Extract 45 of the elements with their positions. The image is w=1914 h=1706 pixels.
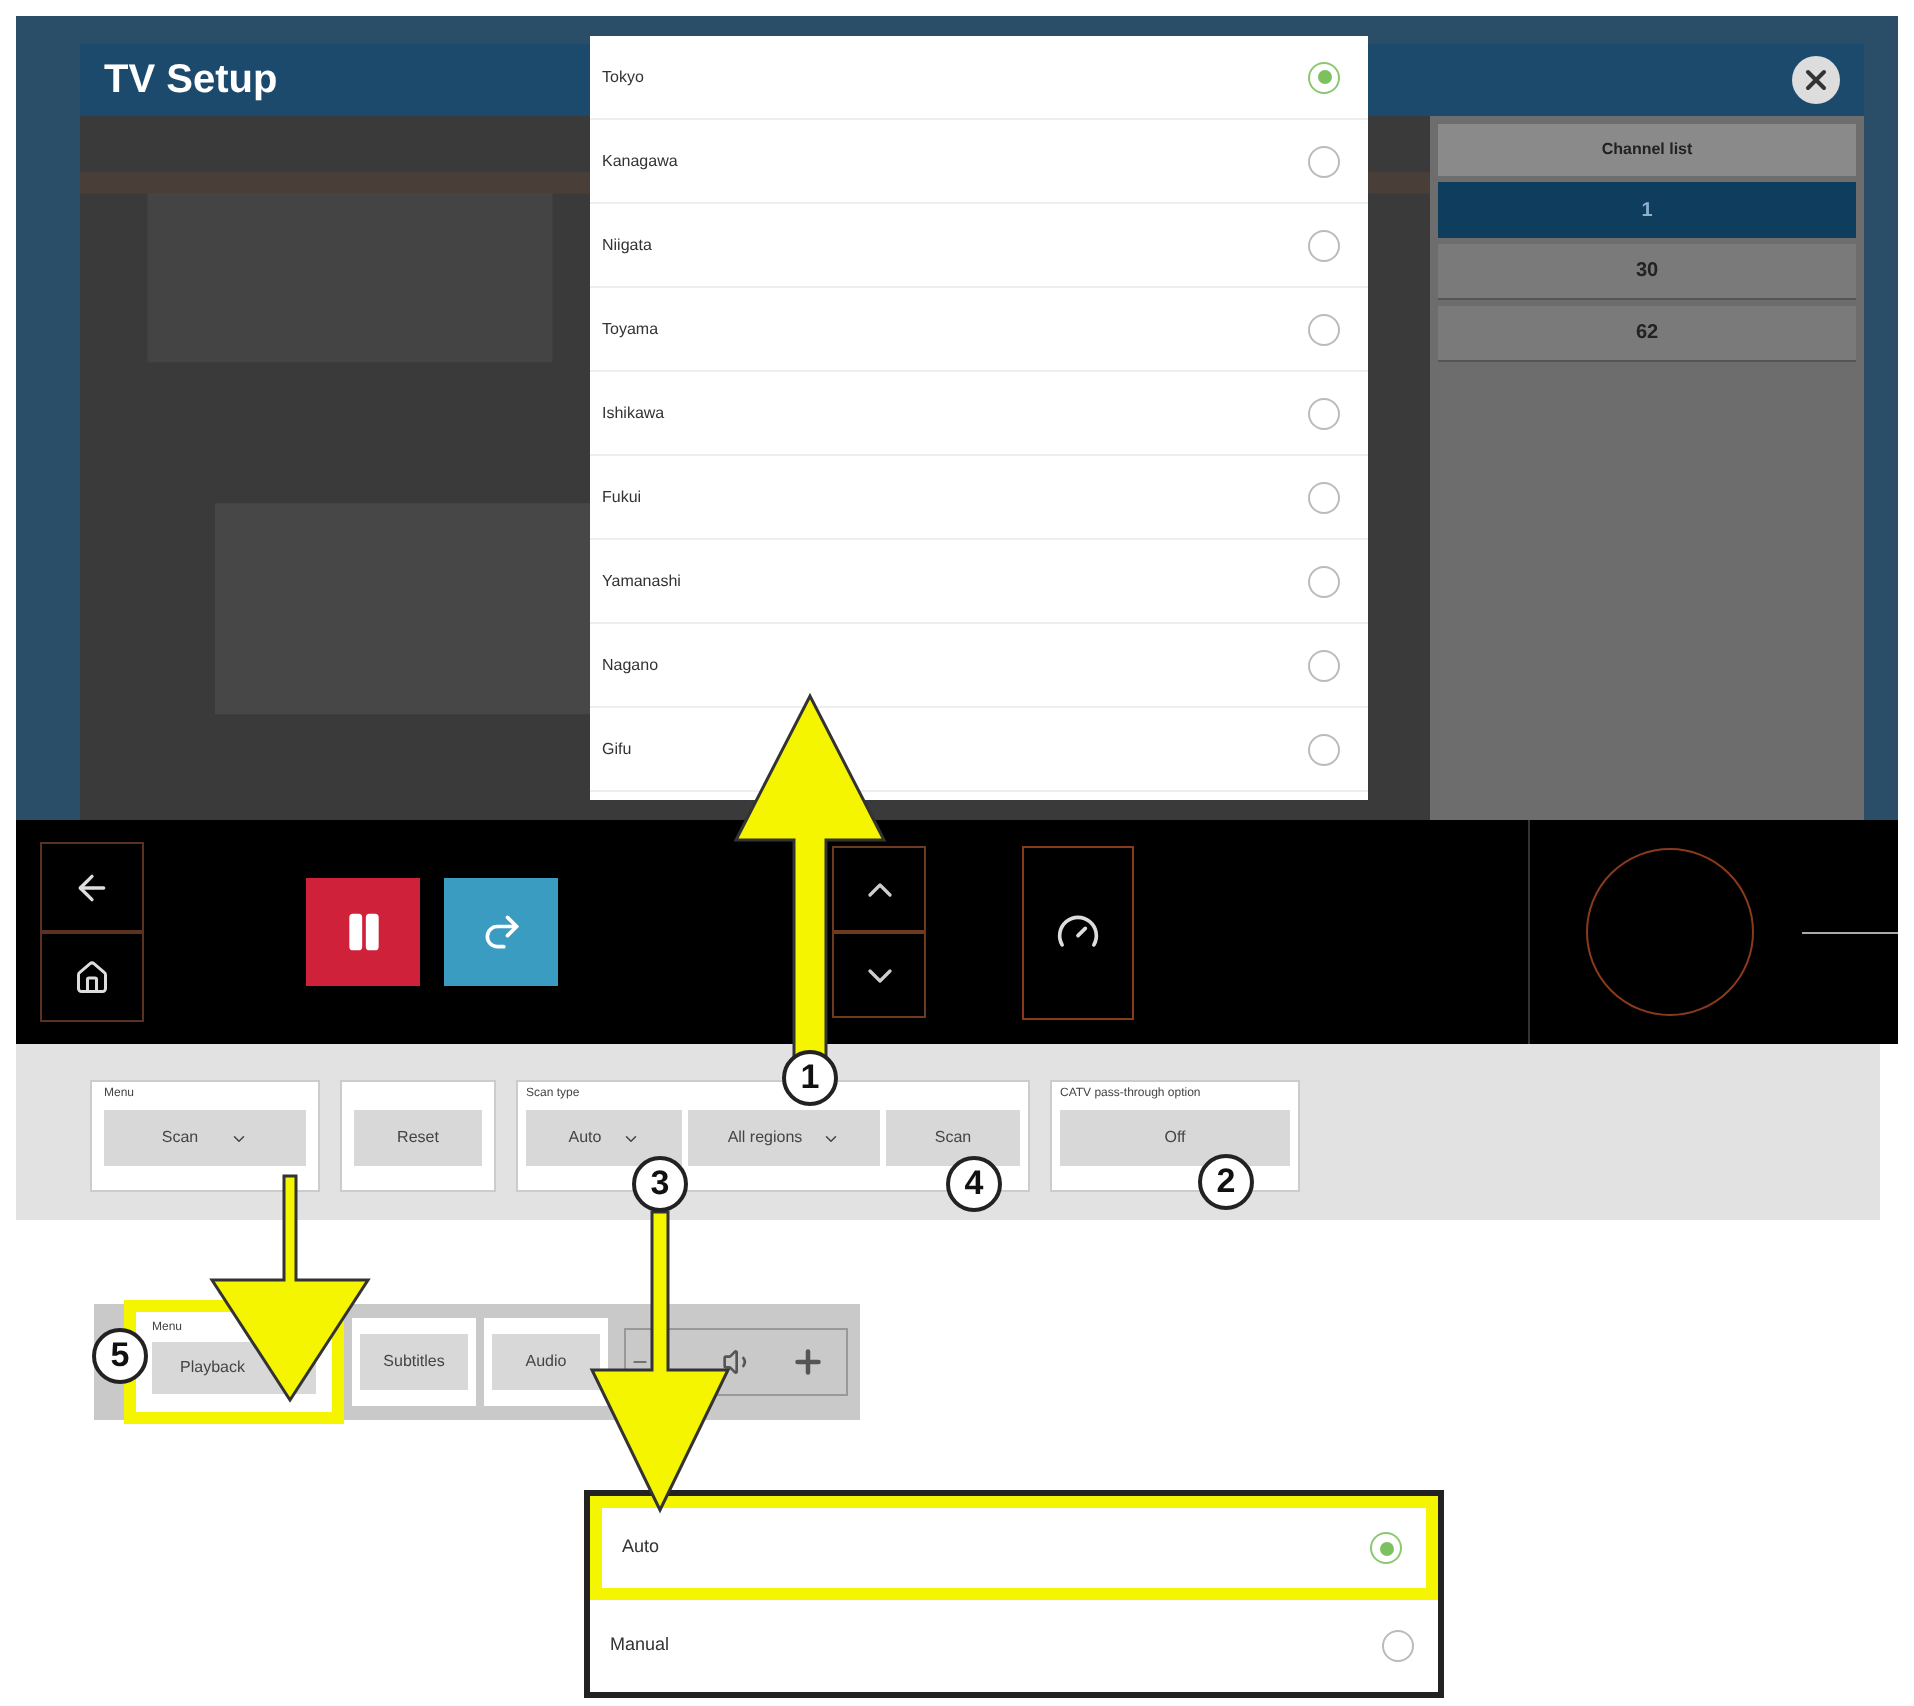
dropdown-option[interactable]: Nagano <box>590 624 1368 708</box>
plus-icon[interactable] <box>790 1344 826 1380</box>
radio-button[interactable] <box>1308 61 1340 93</box>
mode-dropdown[interactable]: Auto <box>526 1110 682 1166</box>
radio-button[interactable] <box>1382 1630 1414 1662</box>
dropdown-option[interactable]: Toyama <box>590 288 1368 372</box>
radio-button[interactable] <box>1308 481 1340 513</box>
column-header: Channel list <box>1438 124 1856 176</box>
gauge-button[interactable] <box>1022 845 1134 1019</box>
down-button[interactable] <box>832 932 926 1018</box>
radio-button[interactable] <box>1308 733 1340 765</box>
back-button[interactable] <box>40 842 144 932</box>
menu-dropdown[interactable]: Scan <box>104 1110 306 1166</box>
circle-dial[interactable] <box>1586 848 1754 1016</box>
radio-button[interactable] <box>1308 313 1340 345</box>
radio-button[interactable] <box>1308 145 1340 177</box>
dropdown-option[interactable]: Auto <box>590 1496 1438 1600</box>
channel-row[interactable]: 62 <box>1438 306 1856 362</box>
toolbar-button[interactable]: Subtitles <box>360 1334 468 1390</box>
dropdown-option[interactable]: Manual <box>590 1600 1438 1692</box>
toolbar-button[interactable]: Audio <box>492 1334 600 1390</box>
dropdown-option[interactable]: Niigata <box>590 204 1368 288</box>
radio-button[interactable] <box>1370 1532 1402 1564</box>
scan-button[interactable]: Scan <box>886 1110 1020 1166</box>
region-select[interactable]: All regions <box>688 1110 880 1166</box>
redo-button[interactable] <box>444 878 558 986</box>
window-title: TV Setup <box>104 56 278 106</box>
radio-button[interactable] <box>1308 397 1340 429</box>
dropdown-option[interactable]: Kanagawa <box>590 120 1368 204</box>
reset-button[interactable]: Reset <box>354 1110 482 1166</box>
dropdown-option[interactable]: Fukui <box>590 456 1368 540</box>
radio-button[interactable] <box>1308 649 1340 681</box>
channel-row[interactable]: 30 <box>1438 244 1856 300</box>
home-icon <box>74 959 110 995</box>
radio-button[interactable] <box>1308 229 1340 261</box>
catv-option-button[interactable]: Off <box>1060 1110 1290 1166</box>
dropdown-option[interactable]: Yamanashi <box>590 540 1368 624</box>
up-button[interactable] <box>832 846 926 932</box>
channel-row[interactable]: 1 <box>1438 182 1856 238</box>
pause-button[interactable] <box>306 878 420 986</box>
dropdown-option[interactable]: Tokyo <box>590 36 1368 120</box>
close-icon[interactable] <box>1792 56 1840 104</box>
radio-button[interactable] <box>1308 565 1340 597</box>
dropdown-option[interactable]: Ishikawa <box>590 372 1368 456</box>
home-button[interactable] <box>40 932 144 1022</box>
